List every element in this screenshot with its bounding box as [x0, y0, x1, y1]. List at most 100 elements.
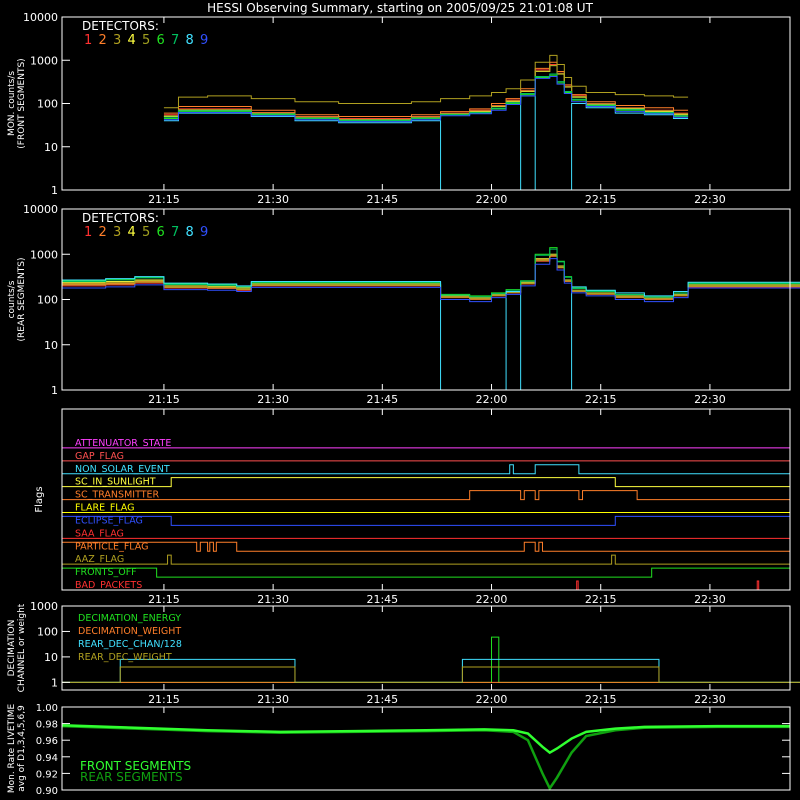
front-y-tick-label: 1000 — [30, 54, 58, 67]
rear-legend-entry: 1 — [84, 225, 92, 240]
flag-label: NON_SOLAR_EVENT — [75, 464, 170, 475]
front-y-tick-label: 10 — [44, 141, 58, 154]
rear-y-tick-label: 10 — [44, 339, 58, 352]
rear-y-tick-label: 10000 — [23, 203, 58, 216]
front-x-tick-label: 22:15 — [585, 193, 617, 206]
decimation-y-tick-label: 1000 — [30, 600, 58, 613]
front-series-line — [163, 74, 689, 122]
flag-line — [61, 515, 791, 526]
decimation-x-tick-label: 22:30 — [694, 693, 726, 706]
front-y-label: MON. counts/s — [7, 71, 17, 136]
livetime-y-tick-label: 1.00 — [36, 703, 58, 714]
livetime-y-tick-label: 0.98 — [36, 720, 58, 731]
front-panel: 21:15 21:30 21:45 22:00 22:15 22:30 1 10 100 1000… — [7, 11, 791, 206]
decimation-x-tick-label: 21:15 — [148, 693, 180, 706]
decimation-legend-entry: DECIMATION_WEIGHT — [78, 626, 181, 637]
front-x-tick-label: 22:00 — [476, 193, 508, 206]
rear-legend-entry: 8 — [186, 225, 194, 240]
rear-y-label: (REAR SEGMENTS) — [17, 257, 27, 341]
flag-label: SC_TRANSMITTER — [75, 490, 160, 501]
decimation-series-line — [62, 658, 800, 683]
decimation-x-tick-label: 21:45 — [366, 693, 398, 706]
rear-legend-title: DETECTORS: — [82, 211, 159, 225]
livetime-y-tick-label: 0.94 — [36, 753, 58, 764]
flags-x-tick-label: 21:45 — [366, 593, 398, 606]
rear-series-line — [62, 253, 800, 299]
livetime-y-tick-label: 0.90 — [36, 786, 58, 797]
flag-line — [61, 541, 790, 552]
rear-legend-entry: 6 — [157, 225, 165, 240]
flags-x-tick-label: 22:00 — [476, 593, 508, 606]
front-legend-entry: 2 — [99, 33, 107, 48]
flag-label: FRONTS_OFF — [75, 567, 137, 578]
rear-legend-entry: 3 — [113, 225, 121, 240]
flag-label: ECLIPSE_FLAG — [75, 515, 143, 526]
rear-series-line — [62, 255, 800, 300]
decimation-y-label: CHANNEL or weight — [17, 603, 27, 692]
flags-x-tick-label: 22:15 — [585, 593, 617, 606]
front-legend-entry: 3 — [113, 33, 121, 48]
rear-y-label: counts/s — [7, 280, 17, 318]
rear-y-tick-label: 1000 — [30, 248, 58, 261]
front-legend-title: DETECTORS: — [82, 19, 159, 33]
front-legend-entry: 5 — [142, 33, 150, 48]
front-x-tick-label: 21:30 — [257, 193, 289, 206]
front-y-label: (FRONT SEGMENTS) — [17, 58, 27, 148]
flags-x-tick-label: 21:30 — [257, 593, 289, 606]
front-legend-entry: 4 — [128, 33, 136, 48]
rear-series-line — [62, 255, 800, 300]
front-x-tick-label: 22:30 — [694, 193, 726, 206]
front-legend-entry: 8 — [186, 33, 194, 48]
flag-line — [62, 580, 790, 591]
livetime-legend-entry: REAR SEGMENTS — [80, 770, 183, 784]
rear-x-tick-label: 21:30 — [257, 393, 289, 406]
rear-series-line — [62, 258, 800, 303]
flags-x-tick-label: 21:15 — [148, 593, 180, 606]
rear-x-tick-label: 22:00 — [476, 393, 508, 406]
flag-label: FLARE_FLAG — [75, 503, 135, 514]
rear-series-line — [62, 254, 800, 299]
chart-title: HESSI Observing Summary, starting on 200… — [207, 1, 593, 15]
flag-label: SAA_FLAG — [75, 528, 124, 539]
front-x-tick-label: 21:15 — [148, 193, 180, 206]
front-legend-entry: 7 — [171, 33, 179, 48]
flag-line — [61, 567, 791, 578]
decimation-y-tick-label: 10 — [44, 651, 58, 664]
flag-line — [62, 477, 790, 488]
livetime-y-tick-label: 0.96 — [36, 736, 58, 747]
rear-series-line — [62, 276, 800, 391]
panels: 21:15 21:30 21:45 22:00 22:15 22:301101001000… — [7, 11, 800, 797]
rear-legend-entry: 9 — [200, 225, 208, 240]
front-legend-entry: 9 — [200, 33, 208, 48]
rear-x-tick-label: 22:30 — [694, 393, 726, 406]
flag-label: ATTENUATOR_STATE — [75, 438, 171, 449]
flags-y-label: Flags — [34, 486, 45, 512]
front-y-tick-label: 100 — [37, 98, 58, 111]
decimation-x-tick-label: 22:00 — [476, 693, 508, 706]
flag-line — [62, 554, 790, 565]
flag-line — [62, 490, 790, 501]
rear-x-tick-label: 21:45 — [366, 393, 398, 406]
rear-y-tick-label: 1 — [51, 384, 58, 397]
front-legend-entry: 1 — [84, 33, 92, 48]
flag-line — [62, 464, 790, 475]
decimation-y-label: DECIMATION — [7, 620, 17, 677]
rear-x-tick-label: 22:15 — [585, 393, 617, 406]
rear-panel: 21:15 21:30 21:45 22:00 22:15 22:30 1 10 100 1000… — [7, 203, 800, 406]
rear-legend-entry: 5 — [142, 225, 150, 240]
front-series-line — [163, 61, 689, 118]
livetime-y-label: avg of D1,3,4,5,6,9 — [17, 705, 27, 792]
front-legend-entry: 6 — [157, 33, 165, 48]
front-y-tick-label: 1 — [51, 184, 58, 197]
front-series-line — [163, 54, 689, 109]
front-x-tick-label: 21:45 — [366, 193, 398, 206]
decimation-legend-entry: DECIMATION_ENERGY — [78, 613, 181, 624]
flag-label: BAD_PACKETS — [75, 580, 142, 591]
flags-panel: ATTENUATOR_STATE GAP_FLAG NON_SOLAR_EVENT S… — [34, 408, 791, 606]
flag-label: SC_IN_SUNLIGHT — [75, 477, 156, 488]
livetime-panel: 0.90 0.92 0.94 0.96 0.98 1.00 Mon. Rate LIVETI… — [7, 703, 791, 797]
front-y-tick-label: 10000 — [23, 11, 58, 24]
rear-y-tick-label: 100 — [37, 294, 58, 307]
rear-legend-entry: 7 — [171, 225, 179, 240]
flag-label: PARTICLE_FLAG — [75, 541, 148, 552]
